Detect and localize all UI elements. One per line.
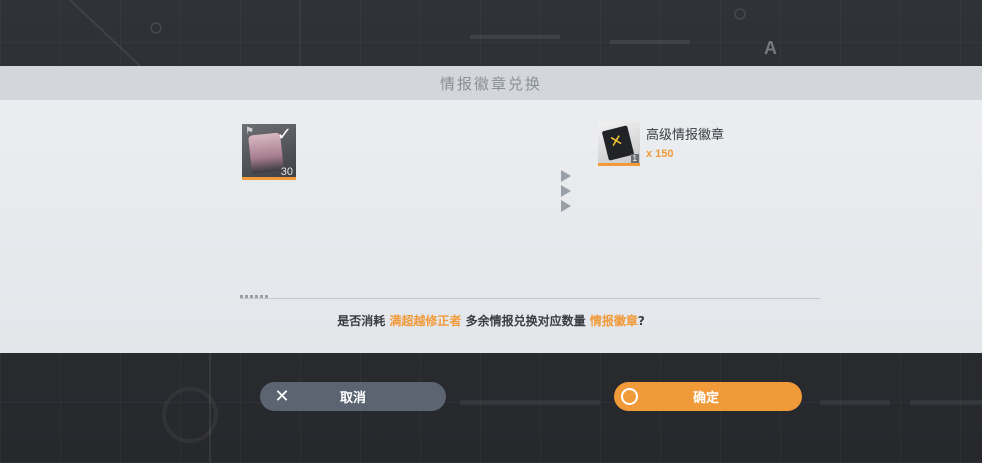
consume-item-count: 30 <box>280 166 293 178</box>
confirm-question: 是否消耗 满超越修正者 多余情报兑换对应数量 情报徽章? <box>0 312 982 329</box>
dialog-title: 情报徽章兑换 <box>0 66 982 100</box>
exchange-arrow-icon <box>561 170 575 215</box>
cancel-button[interactable]: ✕ 取消 <box>260 382 446 411</box>
reward-item-quantity: x 150 <box>646 148 674 160</box>
close-icon: ✕ <box>274 386 290 407</box>
exchange-dialog: 情报徽章兑换 ⚑ ✓ 30 ✕ 1 高级情报徽章 x 150 是否消耗 满超越修… <box>0 66 982 353</box>
question-highlight-2: 情报徽章 <box>589 314 638 328</box>
reward-item-slot[interactable]: ✕ 1 <box>598 122 640 166</box>
reward-tier: 1 <box>630 154 639 163</box>
confirm-label: 确定 <box>692 391 719 406</box>
question-suffix: ? <box>637 314 645 328</box>
selected-check-icon: ✓ <box>276 124 292 145</box>
question-prefix: 是否消耗 <box>337 314 386 328</box>
cancel-label: 取消 <box>339 391 366 406</box>
circle-icon <box>621 388 638 405</box>
intel-badge-icon: ✕ <box>601 125 635 161</box>
confirm-button[interactable]: 确定 <box>614 382 802 411</box>
consume-item-slot[interactable]: ⚑ ✓ 30 <box>242 124 296 180</box>
reward-item-name: 高级情报徽章 <box>646 128 725 143</box>
question-highlight-1: 满超越修正者 <box>389 314 462 328</box>
divider <box>240 298 820 299</box>
question-middle: 多余情报兑换对应数量 <box>465 314 586 328</box>
background-logo: A <box>764 38 778 58</box>
